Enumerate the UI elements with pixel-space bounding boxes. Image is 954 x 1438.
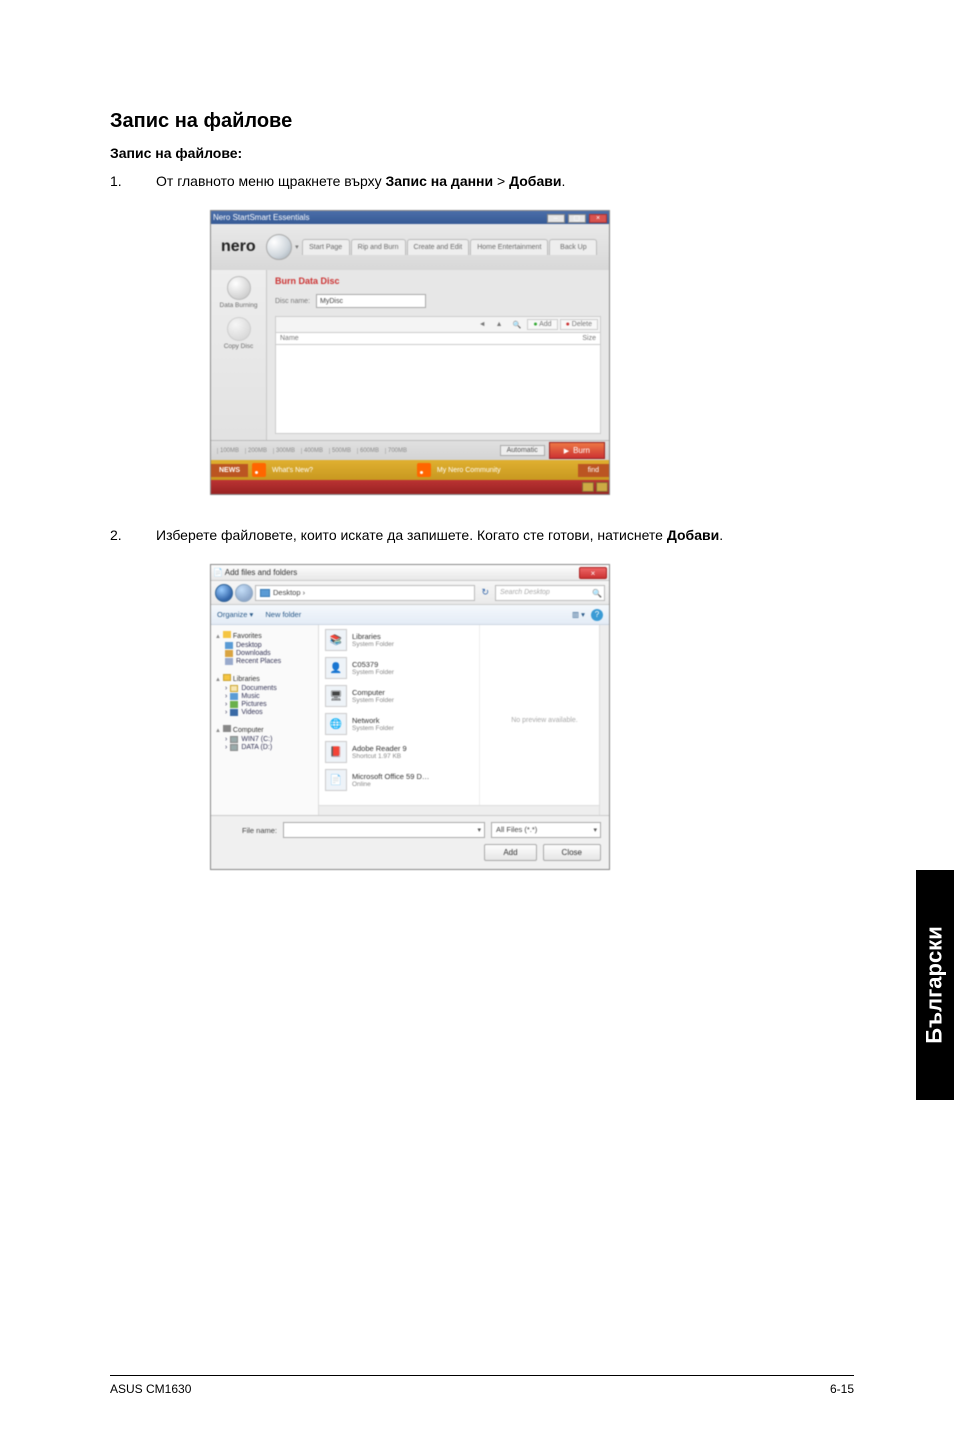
list-item: 📚LibrariesSystem Folder	[325, 629, 473, 651]
breadcrumb[interactable]: Desktop ›	[255, 585, 475, 601]
folder-tree[interactable]: ▲ Favorites Desktop Downloads Recent Pla…	[211, 625, 319, 815]
nero-window-title: Nero StartSmart Essentials	[213, 213, 309, 222]
page-subtitle: Запис на файлове:	[110, 145, 854, 161]
list-item: 👤C05379System Folder	[325, 657, 473, 679]
step-2-text: Изберете файловете, които искате да запи…	[156, 525, 854, 546]
filename-label: File name:	[219, 826, 277, 835]
horizontal-scrollbar[interactable]	[319, 805, 599, 815]
nav-back-button[interactable]	[215, 584, 233, 602]
preview-pane: No preview available.	[479, 625, 609, 815]
network-icon: 🌐	[325, 713, 347, 735]
minimize-button[interactable]: –	[547, 214, 565, 223]
step-1-text: От главното меню щракнете върху Запис на…	[156, 171, 854, 192]
news-badge: NEWS	[211, 464, 248, 477]
list-item: 📕Adobe Reader 9Shortcut 1.97 KB	[325, 741, 473, 763]
footer-page-number: 6-15	[830, 1382, 854, 1396]
tab-backup[interactable]: Back Up	[549, 239, 597, 255]
tab-create-edit[interactable]: Create and Edit	[407, 239, 470, 255]
automatic-dropdown[interactable]: Automatic	[500, 445, 545, 456]
nero-logo: nero	[211, 238, 266, 256]
disc-name-input[interactable]: MyDisc	[316, 294, 426, 308]
list-item: 📄Microsoft Office 59 D…Online	[325, 769, 473, 791]
close-button[interactable]: ×	[579, 567, 607, 579]
list-item: 🖥ComputerSystem Folder	[325, 685, 473, 707]
page-title: Запис на файлове	[110, 110, 854, 133]
news-item-2[interactable]: My Nero Community	[435, 467, 578, 474]
tab-home-ent[interactable]: Home Entertainment	[470, 239, 548, 255]
search-input[interactable]: Search Desktop	[495, 585, 605, 601]
refresh-icon[interactable]: ↻	[477, 587, 493, 598]
delete-button[interactable]: ● Delete	[560, 319, 598, 330]
news-find[interactable]: find	[578, 464, 609, 477]
close-button[interactable]: Close	[543, 844, 601, 861]
step-2-number: 2.	[110, 525, 156, 546]
rss-icon[interactable]	[417, 463, 431, 477]
col-size[interactable]: Size	[582, 335, 596, 342]
file-list[interactable]	[275, 345, 601, 434]
adobe-icon: 📕	[325, 741, 347, 763]
footer-model: ASUS CM1630	[110, 1382, 191, 1396]
nero-statusbar	[211, 480, 609, 494]
nero-orb-menu[interactable]	[266, 234, 292, 260]
new-folder-button[interactable]: New folder	[265, 610, 301, 619]
step-1-number: 1.	[110, 171, 156, 192]
tab-start-page[interactable]: Start Page	[302, 239, 350, 255]
col-name[interactable]: Name	[280, 335, 299, 342]
disc-name-label: Disc name:	[275, 298, 310, 305]
burn-button[interactable]: Burn	[549, 442, 605, 459]
nero-titlebar[interactable]: Nero StartSmart Essentials – ▢ ×	[211, 211, 609, 224]
help-icon[interactable]: ?	[591, 609, 603, 621]
libraries-icon: 📚	[325, 629, 347, 651]
filename-input[interactable]	[283, 822, 485, 838]
tab-rip-burn[interactable]: Rip and Burn	[351, 239, 406, 255]
data-burning-icon[interactable]	[227, 276, 251, 300]
view-menu[interactable]: ▥ ▾	[572, 610, 585, 619]
user-icon: 👤	[325, 657, 347, 679]
vertical-scrollbar[interactable]	[599, 625, 609, 815]
dialog-title: 📄 Add files and folders	[213, 568, 297, 577]
size-ruler: 100MB200MB300MB400MB500MB600MB700MB	[211, 448, 496, 454]
language-tab: Български	[916, 870, 954, 1100]
file-list[interactable]: 📚LibrariesSystem Folder 👤C05379System Fo…	[319, 625, 479, 815]
search-icon[interactable]: 🔍	[509, 321, 526, 329]
computer-icon: 🖥	[325, 685, 347, 707]
nav-forward-button[interactable]	[235, 584, 253, 602]
copy-disc-label: Copy Disc	[211, 343, 266, 350]
close-button[interactable]: ×	[589, 214, 607, 223]
organize-menu[interactable]: Organize ▾	[217, 610, 253, 619]
file-dialog: 📄 Add files and folders × Desktop › ↻ Se…	[210, 564, 610, 870]
desktop-icon	[260, 589, 270, 597]
maximize-button[interactable]: ▢	[568, 214, 586, 223]
copy-disc-icon[interactable]	[227, 317, 251, 341]
data-burning-label: Data Burning	[211, 302, 266, 309]
nav-up-icon[interactable]: ▲	[492, 321, 507, 328]
list-item: 🌐NetworkSystem Folder	[325, 713, 473, 735]
add-button[interactable]: ● Add	[527, 319, 557, 330]
nav-back-icon[interactable]: ◄	[475, 321, 490, 328]
add-button[interactable]: Add	[484, 844, 536, 861]
office-icon: 📄	[325, 769, 347, 791]
news-item-1[interactable]: What's New?	[270, 467, 413, 474]
filetype-filter[interactable]: All Files (*.*)	[491, 822, 601, 838]
nero-window: Nero StartSmart Essentials – ▢ × nero St…	[210, 210, 610, 495]
burn-data-disc-header: Burn Data Disc	[275, 276, 601, 286]
rss-icon[interactable]	[252, 463, 266, 477]
